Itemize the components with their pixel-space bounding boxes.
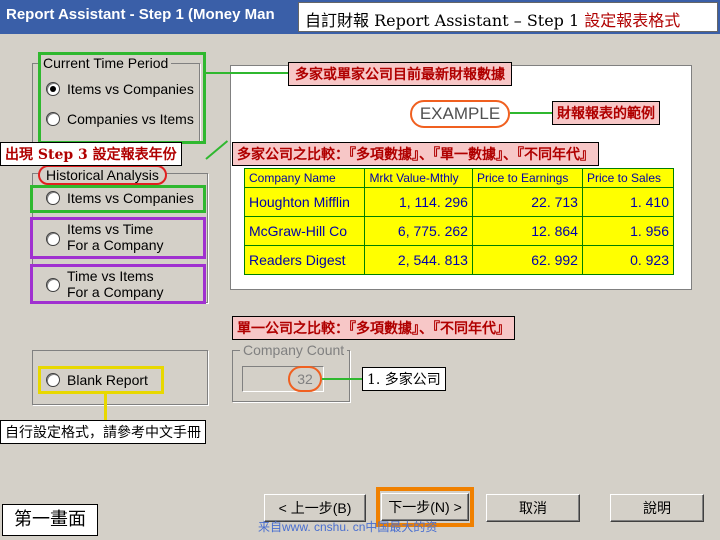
window-title: Report Assistant - Step 1 (Money Man xyxy=(6,6,275,23)
cell-value: 1. 410 xyxy=(581,187,675,217)
overlay-title-suffix: 設定報表格式 xyxy=(584,11,681,30)
arrow-custom-format xyxy=(104,392,107,420)
label-items-vs-time-line1: Items vs Time xyxy=(67,221,154,237)
cell-value: 1, 114. 296 xyxy=(364,187,473,217)
caption-arrow xyxy=(510,112,552,114)
label-companies-vs-items: Companies vs Items xyxy=(67,111,194,127)
annotation-single-compare: 單一公司之比較：『多項數據』、『不同年代』 xyxy=(232,316,515,340)
label-time-vs-items-line1: Time vs Items xyxy=(67,268,154,284)
label-time-vs-items-line2: For a Company xyxy=(67,284,164,300)
cell-company: Readers Digest xyxy=(243,245,366,275)
cell-value: 12. 864 xyxy=(471,216,583,246)
arrow-multi-company xyxy=(322,378,362,380)
header-price-earnings: Price to Earnings xyxy=(471,168,583,188)
label-items-vs-companies-hist: Items vs Companies xyxy=(67,190,194,206)
company-count-value: 32 xyxy=(288,366,322,392)
annotation-latest-data: 多家或單家公司目前最新財報數據 xyxy=(288,62,512,86)
cell-company: Houghton Mifflin xyxy=(243,187,366,217)
cell-value: 6, 775. 262 xyxy=(364,216,473,246)
label-items-vs-companies-current: Items vs Companies xyxy=(67,81,194,97)
green-highlight-current xyxy=(38,52,206,144)
radio-blank-report[interactable] xyxy=(46,373,60,387)
annotation-step3-text: 出現 Step 3 設定報表年份 xyxy=(5,147,177,163)
cell-value: 0. 923 xyxy=(581,245,675,275)
cell-value: 22. 713 xyxy=(471,187,583,217)
annotation-step3: 出現 Step 3 設定報表年份 xyxy=(0,142,182,166)
company-count-label: Company Count xyxy=(240,342,348,358)
header-price-sales: Price to Sales xyxy=(581,168,675,188)
annotation-multi-company: 1. 多家公司 xyxy=(362,367,446,391)
cancel-button[interactable]: 取消 xyxy=(486,494,580,522)
example-table: Company Name Mrkt Value-Mthly Price to E… xyxy=(243,168,675,275)
overlay-title: 自訂財報 Report Assistant – Step 1 設定報表格式 xyxy=(298,2,718,32)
arrow-multi-compare xyxy=(205,140,229,160)
table-row: Houghton Mifflin 1, 114. 296 22. 713 1. … xyxy=(243,187,675,217)
label-time-vs-items: Time vs Items For a Company xyxy=(67,268,163,300)
annotation-multi-compare: 多家公司之比較：『多項數據』、『單一數據』、『不同年代』 xyxy=(232,142,599,166)
arrow-latest-data xyxy=(206,72,288,74)
label-blank-report: Blank Report xyxy=(67,372,148,388)
example-caption: 財報報表的範例 xyxy=(552,101,660,125)
radio-items-vs-time[interactable] xyxy=(46,232,60,246)
header-mrkt-value: Mrkt Value-Mthly xyxy=(364,168,473,188)
watermark-text: 来自www. cnshu. cn中国最大的资 xyxy=(258,520,438,534)
historical-analysis-label: Historical Analysis xyxy=(38,165,167,185)
table-row: McGraw-Hill Co 6, 775. 262 12. 864 1. 95… xyxy=(243,216,675,246)
header-company-name: Company Name xyxy=(243,168,366,188)
label-items-vs-time: Items vs Time For a Company xyxy=(67,221,163,253)
radio-companies-vs-items[interactable] xyxy=(46,112,60,126)
overlay-title-prefix: 自訂財報 Report Assistant – Step 1 xyxy=(305,11,585,30)
next-button[interactable]: 下一步(N) > xyxy=(381,493,469,521)
cell-value: 2, 544. 813 xyxy=(364,245,473,275)
cell-value: 62. 992 xyxy=(471,245,583,275)
annotation-custom-format: 自行設定格式，請參考中文手冊 xyxy=(0,420,206,444)
radio-items-vs-companies-current[interactable] xyxy=(46,82,60,96)
table-header-row: Company Name Mrkt Value-Mthly Price to E… xyxy=(243,168,675,188)
cell-company: McGraw-Hill Co xyxy=(243,216,366,246)
annotation-first-screen: 第一畫面 xyxy=(2,504,98,536)
label-items-vs-time-line2: For a Company xyxy=(67,237,164,253)
radio-time-vs-items[interactable] xyxy=(46,278,60,292)
example-label: EXAMPLE xyxy=(410,100,510,128)
help-button[interactable]: 說明 xyxy=(610,494,704,522)
table-row: Readers Digest 2, 544. 813 62. 992 0. 92… xyxy=(243,245,675,275)
cell-value: 1. 956 xyxy=(581,216,675,246)
radio-items-vs-companies-hist[interactable] xyxy=(46,191,60,205)
